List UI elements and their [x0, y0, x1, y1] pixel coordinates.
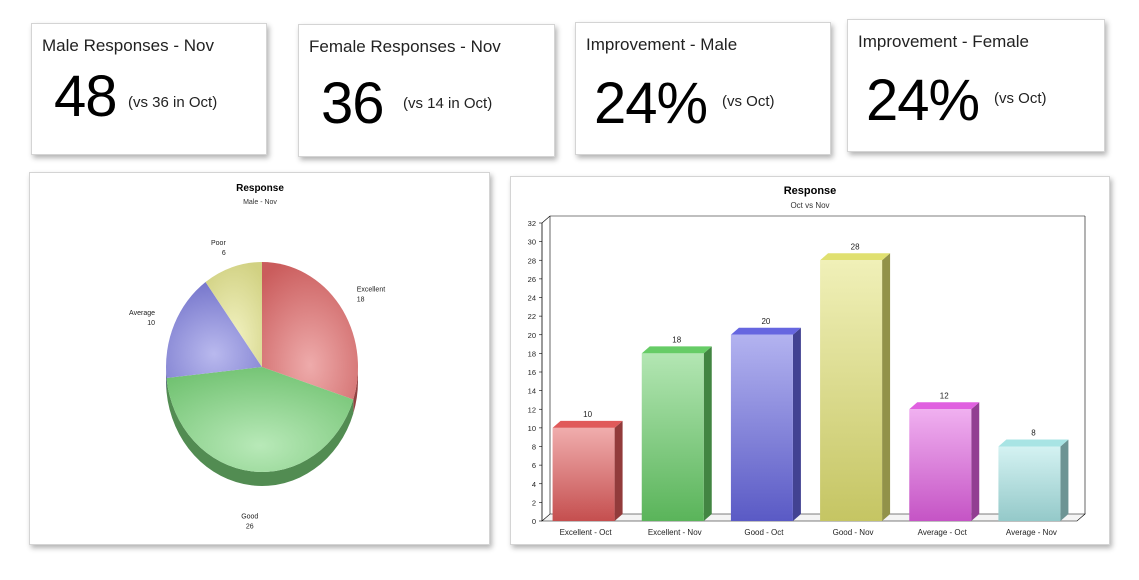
- pie-chart-panel: Response Male - Nov Excellent 18 Good 26 Ave…: [29, 172, 490, 545]
- pie-chart: Response Male - Nov Excellent 18 Good 26 Ave…: [129, 183, 385, 530]
- kpi-card-male-responses: Male Responses - Nov 48 (vs 36 in Oct): [31, 23, 267, 155]
- kpi-title: Female Responses - Nov: [309, 37, 501, 56]
- y-tick-label: 24: [528, 294, 536, 303]
- bar-side: [1060, 439, 1069, 521]
- bar-average-nov: [998, 446, 1061, 521]
- kpi-subtext: (vs 14 in Oct): [403, 95, 493, 112]
- bar-chart-subtitle: Oct vs Nov: [790, 201, 829, 210]
- y-tick-label: 18: [528, 349, 536, 358]
- bar-top: [998, 439, 1069, 447]
- x-tick-label: Excellent - Oct: [560, 528, 613, 537]
- bar-chart-panel: Response Oct vs Nov 0 2 4 6 8 10 12 14 16 18 20 22 2…: [510, 176, 1110, 545]
- kpi-subtext: (vs 36 in Oct): [128, 94, 218, 111]
- y-tick-label: 28: [528, 256, 536, 265]
- bar-value-label: 12: [940, 391, 949, 400]
- bar-top: [641, 346, 712, 354]
- pie-label-value: 6: [222, 250, 226, 257]
- kpi-subtext: (vs Oct): [994, 90, 1047, 107]
- bar-side: [882, 253, 891, 521]
- bar-chart-title: Response: [784, 185, 837, 197]
- y-tick-label: 12: [528, 405, 536, 414]
- bar-good-nov: [820, 260, 883, 521]
- bar-top: [909, 402, 980, 410]
- kpi-value: 24%: [594, 71, 708, 136]
- kpi-title: Male Responses - Nov: [42, 36, 214, 55]
- x-tick-label: Average - Oct: [918, 528, 968, 537]
- y-tick-label: 8: [532, 443, 536, 452]
- kpi-title: Improvement - Male: [586, 35, 738, 54]
- pie-label-value: 10: [147, 320, 155, 327]
- bar-top: [730, 327, 801, 335]
- kpi-card-female-responses: Female Responses - Nov 36 (vs 14 in Oct): [298, 24, 555, 157]
- x-tick-label: Good - Oct: [744, 528, 784, 537]
- bar-side: [971, 402, 980, 521]
- y-tick-label: 30: [528, 238, 536, 247]
- kpi-value: 48: [54, 64, 118, 129]
- pie-label-category: Good: [241, 513, 258, 520]
- pie-chart-subtitle: Male - Nov: [243, 199, 277, 206]
- y-tick-label: 26: [528, 275, 536, 284]
- y-tick-label: 10: [528, 424, 536, 433]
- x-tick-label: Good - Nov: [833, 528, 874, 537]
- y-tick-label: 4: [532, 480, 536, 489]
- back-wall-corner: [541, 215, 551, 224]
- kpi-value: 24%: [866, 68, 980, 133]
- bar-side: [792, 327, 801, 521]
- kpi-subtext: (vs Oct): [722, 93, 775, 110]
- y-tick-label: 14: [528, 387, 536, 396]
- kpi-value: 36: [321, 71, 385, 136]
- bar-top: [552, 420, 623, 428]
- pie-label-category: Excellent: [357, 287, 385, 294]
- pie-label-category: Poor: [211, 240, 226, 247]
- kpi-card-improvement-male: Improvement - Male 24% (vs Oct): [575, 22, 831, 155]
- x-tick-label: Average - Nov: [1006, 528, 1057, 537]
- bar-value-label: 8: [1031, 429, 1036, 438]
- kpi-title: Improvement - Female: [858, 32, 1029, 51]
- bar-side: [614, 420, 623, 521]
- kpi-card-improvement-female: Improvement - Female 24% (vs Oct): [847, 19, 1105, 152]
- y-tick-label: 6: [532, 461, 536, 470]
- bar-value-label: 10: [583, 410, 592, 419]
- bar-excellent-oct: [552, 427, 615, 521]
- y-tick-label: 16: [528, 368, 536, 377]
- bar-value-label: 28: [851, 242, 860, 251]
- pie-label-category: Average: [129, 310, 155, 317]
- y-tick-label: 0: [532, 517, 536, 526]
- y-tick-label: 22: [528, 312, 536, 321]
- bar-average-oct: [909, 409, 972, 521]
- bar-chart: Response Oct vs Nov 02468101214161820222…: [528, 185, 1086, 537]
- y-tick-label: 20: [528, 331, 536, 340]
- bar-top: [820, 253, 891, 261]
- y-tick-label: 32: [528, 219, 536, 228]
- y-tick-label: 2: [532, 498, 536, 507]
- bar-excellent-nov: [641, 353, 704, 521]
- pie-chart-title: Response: [236, 183, 284, 194]
- bar-value-label: 20: [761, 317, 770, 326]
- bar-value-label: 18: [672, 335, 681, 344]
- pie-label-value: 26: [246, 523, 254, 530]
- bar-good-oct: [730, 334, 793, 521]
- x-tick-label: Excellent - Nov: [648, 528, 702, 537]
- bar-side: [703, 346, 712, 521]
- pie-label-value: 18: [357, 297, 365, 304]
